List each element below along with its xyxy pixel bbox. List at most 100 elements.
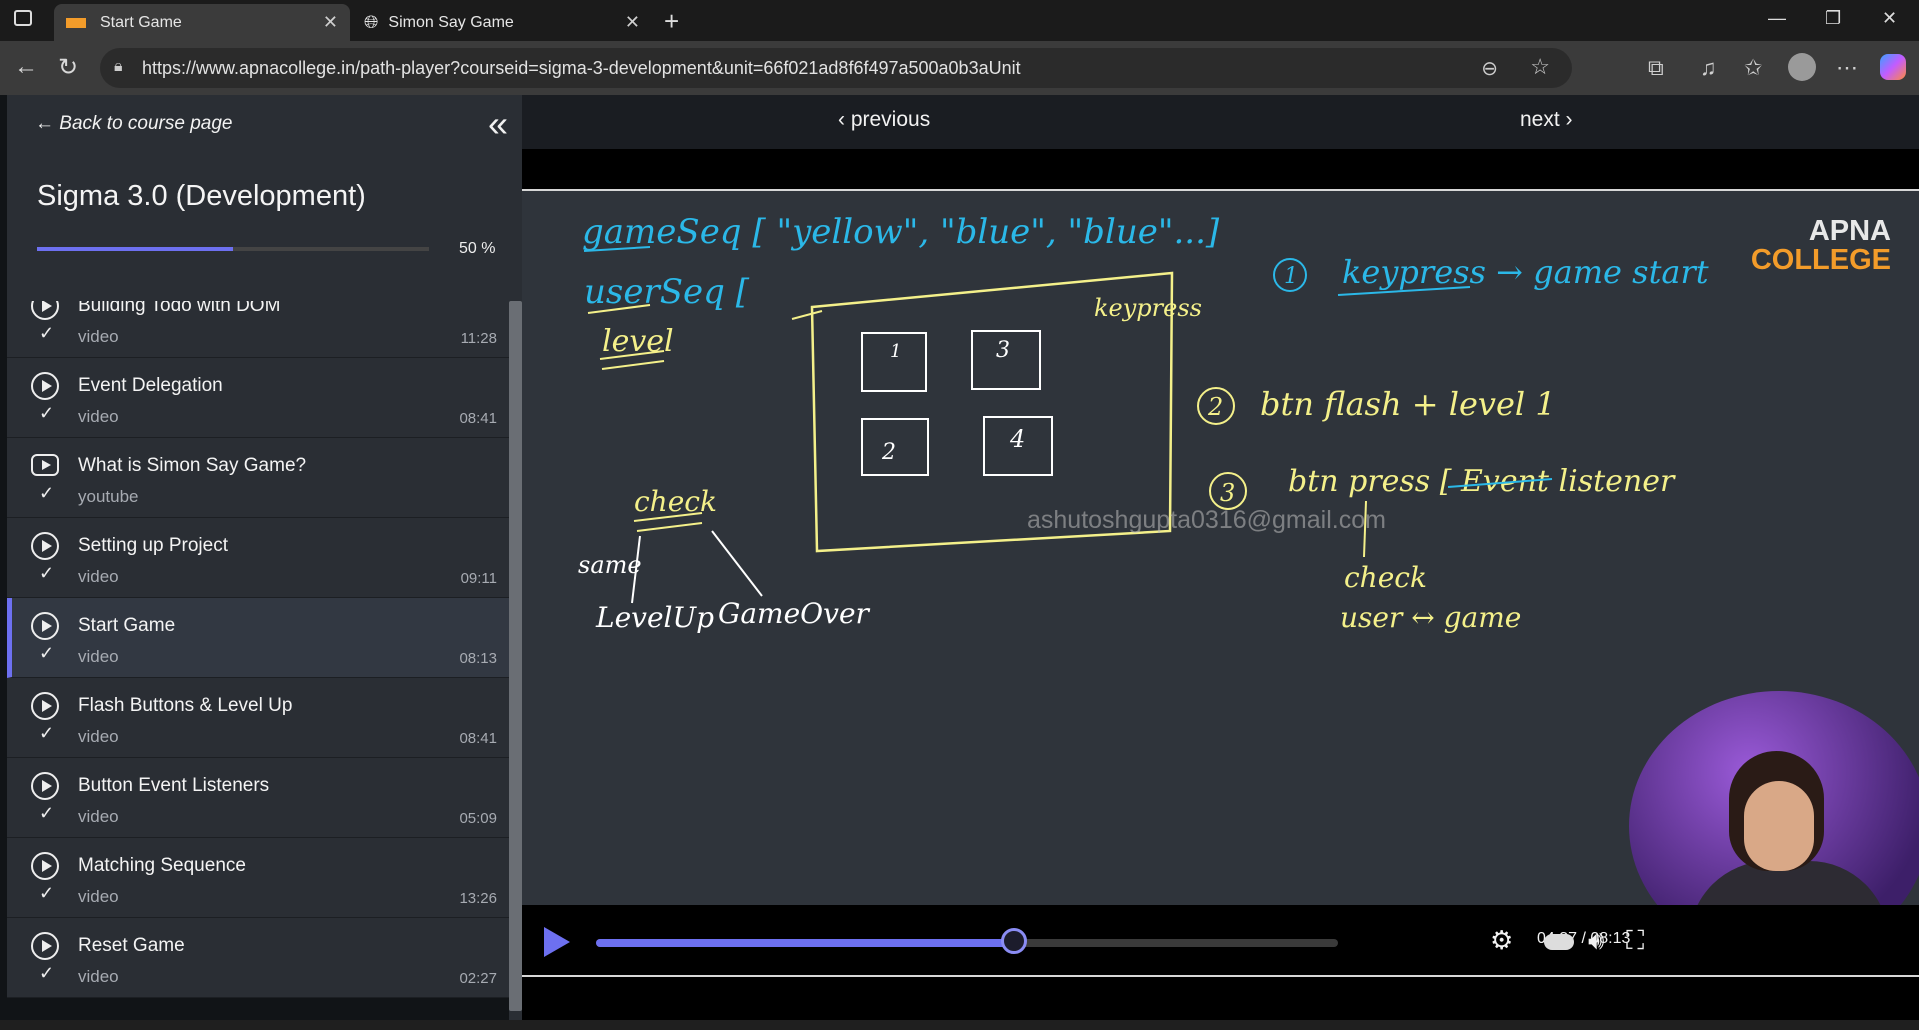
- button-4-number: 4: [1009, 425, 1025, 453]
- same-text: same: [578, 551, 642, 579]
- tab-start-game[interactable]: Start Game ✕: [54, 4, 350, 41]
- logo-line-1: APNA: [1808, 215, 1891, 247]
- back-to-course-link[interactable]: ← Back to course page: [35, 113, 233, 135]
- lesson-duration: 09:11: [460, 570, 497, 587]
- lesson-type: video: [78, 887, 119, 906]
- check-icon: ✓: [39, 803, 55, 823]
- lesson-type: video: [78, 967, 119, 986]
- back-arrow-icon[interactable]: ←: [14, 53, 38, 81]
- lesson-item[interactable]: ✓ Setting up Project video 09:11: [7, 518, 509, 598]
- lesson-duration: 08:13: [459, 650, 497, 667]
- user-seq-text: userSeq [: [584, 272, 750, 312]
- url-text: https://www.apnacollege.in/path-player?c…: [142, 57, 1021, 78]
- favorite-star-icon[interactable]: ☆: [1530, 54, 1550, 80]
- media-icon[interactable]: ♫: [1700, 55, 1717, 81]
- play-circle-icon: [31, 612, 59, 640]
- minimize-icon[interactable]: —: [1768, 8, 1786, 29]
- lesson-list: ✓ Building Todo with DOM video 11:28 ✓ E…: [7, 301, 509, 1021]
- check-icon: ✓: [39, 403, 55, 423]
- close-tab-icon[interactable]: ✕: [625, 12, 640, 33]
- game-over-text: GameOver: [718, 597, 871, 630]
- favorites-icon[interactable]: ✩: [1744, 55, 1762, 81]
- keypress-label: keypress: [1094, 294, 1202, 322]
- step-1-text: keypress → game start: [1342, 253, 1709, 291]
- lesson-list-scrollbar[interactable]: [509, 301, 522, 1020]
- lesson-item-current[interactable]: ✓ Start Game video 08:13: [7, 598, 509, 678]
- lesson-item[interactable]: ✓ Matching Sequence video 13:26: [7, 838, 509, 918]
- lesson-item[interactable]: ✓ Flash Buttons & Level Up video 08:41: [7, 678, 509, 758]
- lesson-duration: 08:41: [459, 410, 497, 427]
- lesson-type: video: [78, 807, 119, 826]
- youtube-icon: [31, 454, 59, 476]
- lock-icon[interactable]: 🔒︎: [114, 58, 123, 76]
- gear-icon[interactable]: ⚙: [1490, 925, 1513, 956]
- email-watermark: ashutoshgupta0316@gmail.com: [1027, 506, 1386, 534]
- underline: [601, 360, 665, 370]
- lesson-item[interactable]: ✓ What is Simon Say Game? youtube: [7, 438, 509, 518]
- step-3-compare: user ↔ game: [1340, 601, 1521, 634]
- play-circle-icon: [31, 932, 59, 960]
- copilot-icon[interactable]: [1880, 54, 1906, 80]
- play-icon[interactable]: [544, 927, 570, 957]
- reload-icon[interactable]: ↻: [58, 53, 78, 82]
- seek-bar-played: [596, 939, 1014, 947]
- lesson-item[interactable]: ✓ Reset Game video 02:27: [7, 918, 509, 998]
- lesson-type: youtube: [78, 487, 139, 506]
- more-options-icon[interactable]: ⋯: [1836, 55, 1858, 81]
- play-circle-icon: [31, 301, 59, 320]
- close-tab-icon[interactable]: ✕: [323, 12, 338, 33]
- scrollbar-thumb[interactable]: [509, 301, 522, 1011]
- lesson-name: What is Simon Say Game?: [78, 455, 307, 476]
- restore-icon[interactable]: ❐: [1825, 8, 1841, 29]
- video-frame[interactable]: gameSeq [ "yellow", "blue", "blue"...] u…: [522, 189, 1919, 905]
- lesson-item[interactable]: ✓ Button Event Listeners video 05:09: [7, 758, 509, 838]
- reader-mode-icon[interactable]: ⊖: [1481, 56, 1498, 81]
- play-circle-icon: [31, 852, 59, 880]
- check-icon: ✓: [39, 643, 55, 663]
- check-text: check: [634, 485, 717, 518]
- lesson-duration: 05:09: [459, 810, 497, 827]
- plus-icon[interactable]: +: [664, 6, 679, 37]
- course-sidebar: ← Back to course page « Sigma 3.0 (Devel…: [0, 95, 522, 1020]
- lesson-duration: 11:28: [460, 330, 497, 347]
- volume-icon[interactable]: 🔊︎: [1588, 925, 1604, 957]
- play-circle-icon: [31, 772, 59, 800]
- step-3-text: btn press [ Event listener: [1288, 464, 1676, 499]
- lesson-duration: 13:26: [459, 890, 497, 907]
- toggle-icon[interactable]: [1544, 934, 1574, 950]
- level-up-text: LevelUp: [595, 601, 714, 634]
- lesson-name: Button Event Listeners: [78, 775, 270, 796]
- previous-button[interactable]: ‹ previous: [838, 108, 930, 132]
- lesson-item[interactable]: ✓ Event Delegation video 08:41: [7, 358, 509, 438]
- play-circle-icon: [31, 372, 59, 400]
- lesson-name: Reset Game: [78, 935, 185, 956]
- button-3-number: 3: [996, 338, 1010, 363]
- close-window-icon[interactable]: ✕: [1882, 8, 1897, 29]
- lesson-name: Setting up Project: [78, 535, 228, 556]
- lesson-duration: 02:27: [459, 970, 497, 987]
- course-progress-label: 50 %: [459, 240, 496, 257]
- extensions-icon[interactable]: ⧉: [1648, 55, 1664, 81]
- step-1-number: 1: [1284, 264, 1298, 289]
- next-button[interactable]: next ›: [1520, 108, 1573, 132]
- lesson-duration: 08:41: [459, 730, 497, 747]
- step-2-text: btn flash + level 1: [1260, 385, 1556, 423]
- lesson-item[interactable]: ✓ Building Todo with DOM video 11:28: [7, 301, 509, 358]
- lesson-name: Building Todo with DOM: [78, 301, 281, 316]
- seek-bar[interactable]: [596, 939, 1338, 947]
- seek-handle[interactable]: [1000, 928, 1027, 954]
- tab-simon-say-game[interactable]: 🌐︎ Simon Say Game ✕: [352, 4, 652, 41]
- taskbar-strip: [0, 1020, 1919, 1030]
- url-field[interactable]: 🔒︎ https://www.apnacollege.in/path-playe…: [100, 48, 1572, 88]
- button-2-number: 2: [881, 440, 896, 465]
- tab-actions-icon[interactable]: [14, 10, 32, 26]
- lesson-type: video: [78, 647, 119, 666]
- fullscreen-icon[interactable]: ⛶: [1626, 925, 1644, 957]
- tab-title: Start Game: [100, 13, 182, 31]
- course-progress-bar: [37, 247, 429, 251]
- play-circle-icon: [31, 692, 59, 720]
- apna-college-logo: APNA COLLEGE: [1751, 217, 1891, 275]
- collapse-sidebar-icon[interactable]: «: [488, 103, 508, 145]
- profile-avatar[interactable]: [1788, 53, 1816, 81]
- lesson-type: video: [78, 407, 119, 426]
